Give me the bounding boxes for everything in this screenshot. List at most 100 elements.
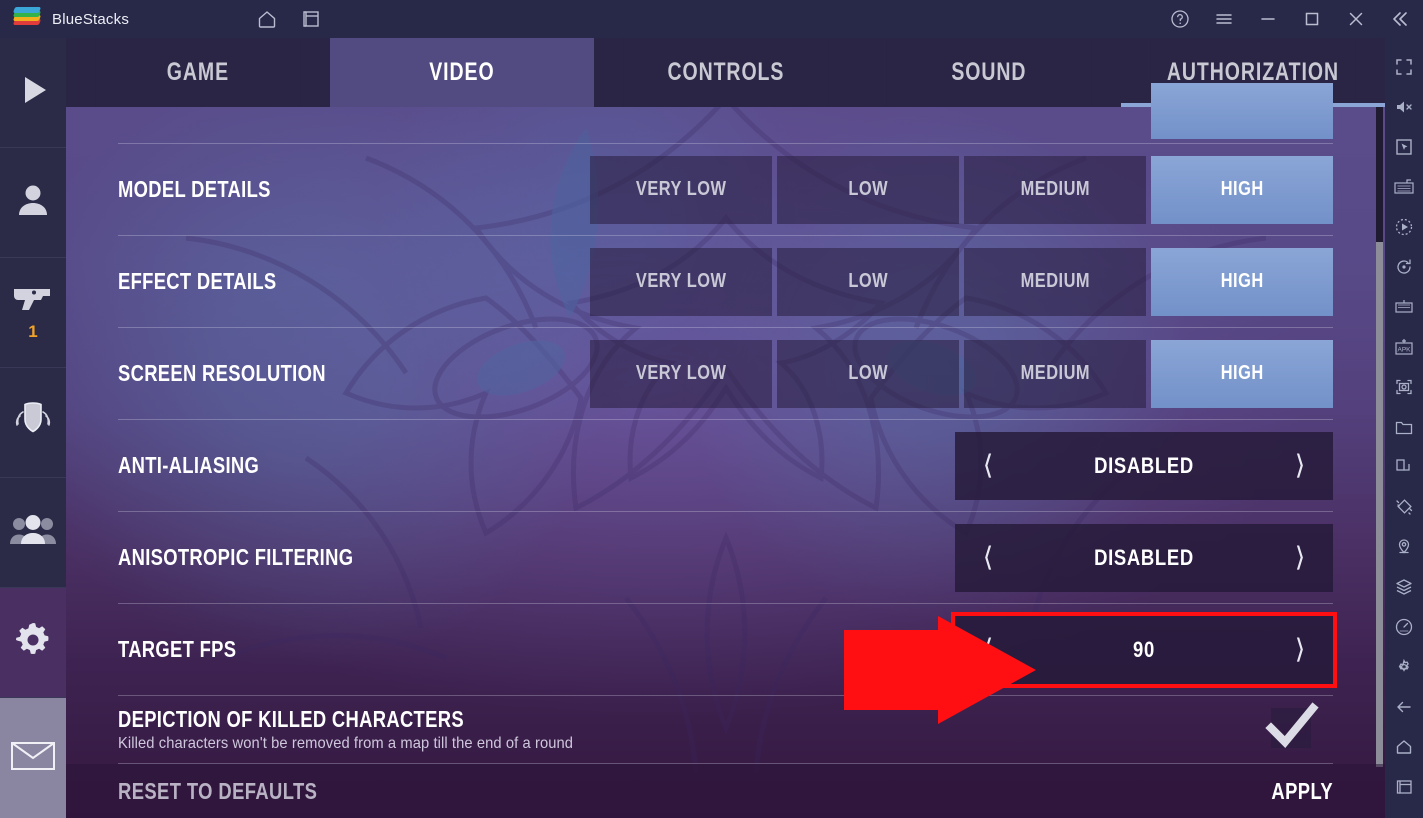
tab-controls-wrap[interactable]: CONTROLS xyxy=(594,38,858,107)
option-medium[interactable]: MEDIUM xyxy=(964,155,1146,224)
sidebar-item-friends[interactable] xyxy=(0,478,66,588)
apply-button[interactable]: APPLY xyxy=(1271,778,1333,805)
option-label: LOW xyxy=(848,362,888,384)
row-label: MODEL DETAILS xyxy=(118,176,271,202)
scrollbar-track[interactable] xyxy=(1376,107,1383,767)
recents-icon[interactable] xyxy=(1387,768,1421,806)
minimize-icon[interactable] xyxy=(1257,8,1279,30)
help-icon[interactable] xyxy=(1169,8,1191,30)
location-icon[interactable] xyxy=(1387,528,1421,566)
titlebar-right-icons xyxy=(1169,0,1411,38)
layers-icon[interactable] xyxy=(1387,568,1421,606)
option-low[interactable]: LOW xyxy=(777,155,959,224)
screenshot-icon[interactable] xyxy=(1387,368,1421,406)
shake-icon[interactable] xyxy=(1387,488,1421,526)
sidebar-item-weapons[interactable]: 1 xyxy=(0,258,66,368)
fullscreen-icon[interactable] xyxy=(1387,48,1421,86)
collapse-icon[interactable] xyxy=(1389,8,1411,30)
tab-controls[interactable]: CONTROLS xyxy=(622,38,829,107)
option-low[interactable]: LOW xyxy=(777,247,959,316)
back-arrow-icon[interactable] xyxy=(1387,688,1421,726)
sidebar-item-play[interactable] xyxy=(0,38,66,148)
chevron-right-icon[interactable]: ⟩ xyxy=(1287,636,1313,663)
partial-row-selected-option xyxy=(1151,83,1333,139)
titlebar-mid-icons xyxy=(256,0,322,38)
option-medium[interactable]: MEDIUM xyxy=(964,247,1146,316)
stepper-anti-aliasing[interactable]: ⟨ DISABLED ⟩ xyxy=(955,431,1333,500)
performance-icon[interactable] xyxy=(1387,608,1421,646)
mute-icon[interactable] xyxy=(1387,88,1421,126)
sidebar-item-clan[interactable] xyxy=(0,368,66,478)
row-depiction-of-killed-characters: DEPICTION OF KILLED CHARACTERS Killed ch… xyxy=(118,696,1333,764)
multi-instance-manager-icon[interactable] xyxy=(1387,288,1421,326)
close-icon[interactable] xyxy=(1345,8,1367,30)
row-anisotropic-filtering: ANISOTROPIC FILTERING ⟨ DISABLED ⟩ xyxy=(118,512,1333,604)
install-apk-icon[interactable]: APK xyxy=(1387,328,1421,366)
chevron-right-icon[interactable]: ⟩ xyxy=(1287,544,1313,571)
chevron-left-icon[interactable]: ⟨ xyxy=(975,636,1001,663)
option-high[interactable]: HIGH xyxy=(1151,247,1333,316)
rotate-icon[interactable] xyxy=(1387,248,1421,286)
sidebar-item-mail[interactable] xyxy=(0,698,66,818)
option-label: HIGH xyxy=(1220,270,1264,292)
option-very-low[interactable]: VERY LOW xyxy=(590,339,772,408)
home-icon[interactable] xyxy=(1387,728,1421,766)
option-high[interactable]: HIGH xyxy=(1151,155,1333,224)
tab-video-wrap[interactable]: VIDEO xyxy=(329,38,594,107)
option-group: VERY LOW LOW MEDIUM HIGH xyxy=(590,339,1333,408)
option-label: HIGH xyxy=(1220,362,1264,384)
option-low[interactable]: LOW xyxy=(777,339,959,408)
keyboard-controls-icon[interactable] xyxy=(1387,168,1421,206)
row-label: EFFECT DETAILS xyxy=(118,268,277,294)
stepper-anisotropic-filtering[interactable]: ⟨ DISABLED ⟩ xyxy=(955,523,1333,592)
row-effect-details: EFFECT DETAILS VERY LOW LOW MEDIUM HIGH xyxy=(118,236,1333,328)
tab-video[interactable]: VIDEO xyxy=(359,38,565,107)
checkbox-depiction-of-killed-characters[interactable] xyxy=(1271,708,1311,748)
sidebar-item-profile[interactable] xyxy=(0,148,66,258)
chevron-left-icon[interactable]: ⟨ xyxy=(975,452,1001,479)
scrollbar-thumb[interactable] xyxy=(1376,242,1383,767)
settings-list: MODEL DETAILS VERY LOW LOW MEDIUM HIGH E… xyxy=(66,83,1385,764)
title-bar: BlueStacks xyxy=(0,0,1423,38)
option-group: VERY LOW LOW MEDIUM HIGH xyxy=(590,247,1333,316)
media-folder-icon[interactable] xyxy=(1387,408,1421,446)
cursor-icon[interactable] xyxy=(1387,128,1421,166)
gear-icon xyxy=(12,619,54,666)
option-very-low[interactable]: VERY LOW xyxy=(590,247,772,316)
stepper-target-fps[interactable]: ⟨ 90 ⟩ xyxy=(951,611,1337,688)
game-window: GAME VIDEO CONTROLS SOUND AUTHORIZATION xyxy=(66,38,1385,818)
envelope-icon xyxy=(10,740,56,777)
gear-icon[interactable] xyxy=(1387,648,1421,686)
chevron-right-icon[interactable]: ⟩ xyxy=(1287,452,1313,479)
home-icon[interactable] xyxy=(256,8,278,30)
row-label: ANISOTROPIC FILTERING xyxy=(118,544,354,570)
tab-game-wrap[interactable]: GAME xyxy=(66,38,330,107)
resize-window-icon[interactable] xyxy=(1387,448,1421,486)
maximize-icon[interactable] xyxy=(1301,8,1323,30)
chevron-left-icon[interactable]: ⟨ xyxy=(975,544,1001,571)
option-high[interactable]: HIGH xyxy=(1151,339,1333,408)
pistol-icon xyxy=(11,283,55,318)
row-sublabel: Killed characters won't be removed from … xyxy=(118,735,574,752)
option-label: LOW xyxy=(848,178,888,200)
right-toolbar: APK xyxy=(1385,38,1423,818)
tab-game[interactable]: GAME xyxy=(95,38,301,107)
menu-icon[interactable] xyxy=(1213,8,1235,30)
svg-text:APK: APK xyxy=(1397,347,1411,354)
reset-to-defaults-button[interactable]: RESET TO DEFAULTS xyxy=(118,778,317,805)
tab-sound[interactable]: SOUND xyxy=(886,38,1093,107)
person-icon xyxy=(13,180,53,225)
bluestacks-logo-icon xyxy=(12,6,42,32)
option-label: MEDIUM xyxy=(1020,178,1090,200)
macro-record-icon[interactable] xyxy=(1387,208,1421,246)
option-very-low[interactable]: VERY LOW xyxy=(590,155,772,224)
option-label: MEDIUM xyxy=(1020,362,1090,384)
multi-instance-icon[interactable] xyxy=(300,8,322,30)
option-label: VERY LOW xyxy=(635,362,727,384)
option-medium[interactable]: MEDIUM xyxy=(964,339,1146,408)
sidebar-item-settings[interactable] xyxy=(0,588,66,698)
tab-sound-wrap[interactable]: SOUND xyxy=(857,38,1121,107)
row-model-details: MODEL DETAILS VERY LOW LOW MEDIUM HIGH xyxy=(118,144,1333,236)
app-title: BlueStacks xyxy=(52,10,130,28)
stepper-value: DISABLED xyxy=(1094,544,1194,570)
